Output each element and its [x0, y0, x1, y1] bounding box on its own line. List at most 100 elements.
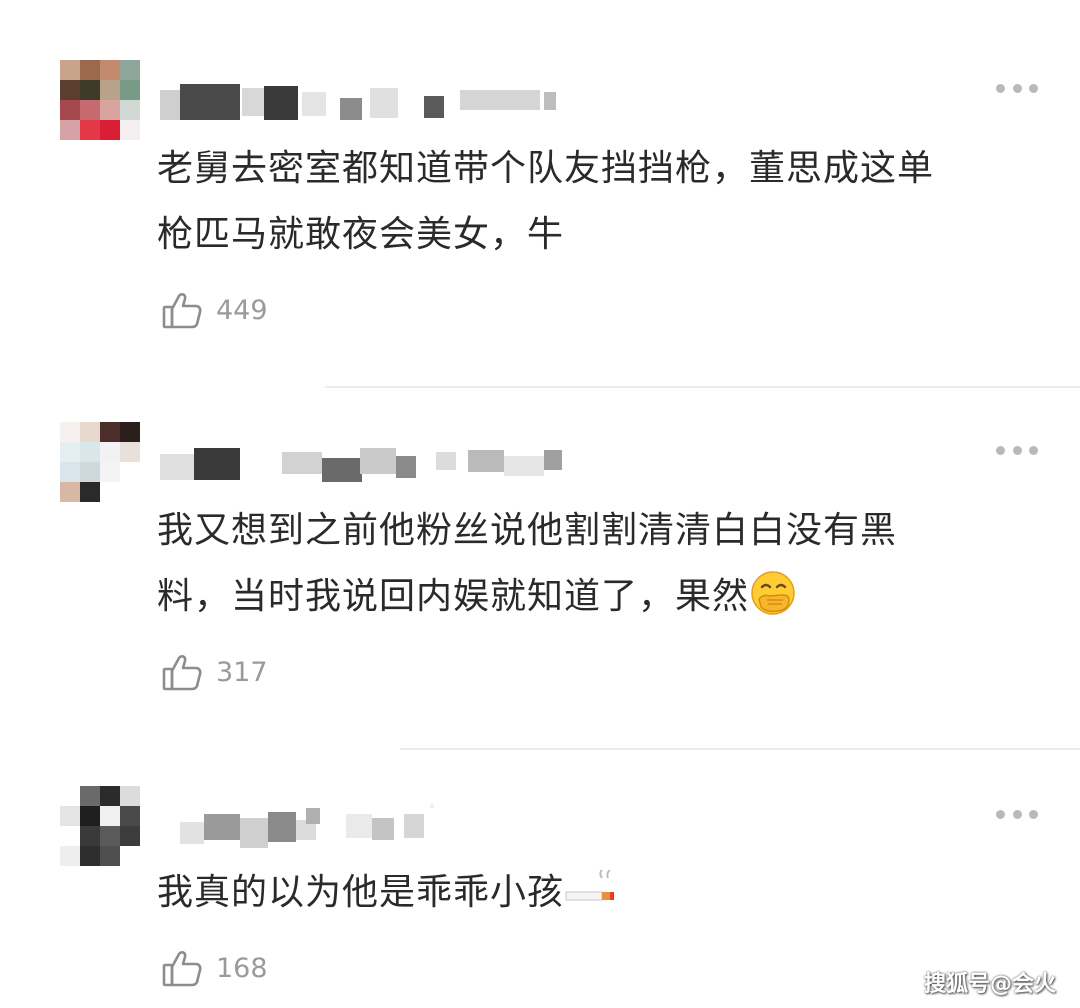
username-mosaic-block — [360, 448, 396, 474]
username-mosaic-block — [282, 452, 322, 474]
comment-text-line: 老舅去密室都知道带个队友挡挡枪，董思成这单 — [157, 148, 935, 189]
avatar-pixel — [80, 422, 100, 442]
avatar-pixel — [60, 120, 80, 140]
avatar-pixel — [120, 60, 140, 80]
comment-text-line: 料，当时我说回内娱就知道了，果然 — [157, 576, 750, 617]
avatar-pixel — [60, 806, 80, 826]
cigarette-emoji-icon — [565, 870, 615, 901]
avatar-pixel — [60, 422, 80, 442]
avatar-pixel — [60, 442, 80, 462]
more-options-icon[interactable] — [996, 808, 1038, 820]
avatar[interactable] — [60, 422, 140, 502]
avatar-pixel — [120, 786, 140, 806]
username-mosaic-block — [436, 452, 456, 470]
avatar-pixel — [80, 80, 100, 100]
username-blurred[interactable] — [160, 440, 580, 482]
username-mosaic-block — [460, 90, 540, 110]
username-mosaic-block — [424, 96, 444, 118]
avatar-pixel — [100, 846, 120, 866]
hand-over-mouth-emoji-icon — [751, 571, 795, 615]
avatar-pixel — [80, 846, 100, 866]
username-mosaic-block — [340, 98, 362, 120]
like-count: 449 — [216, 294, 268, 326]
avatar-pixel — [80, 442, 100, 462]
username-mosaic-block — [430, 804, 434, 808]
avatar-pixel — [100, 80, 120, 100]
avatar-pixel — [120, 100, 140, 120]
avatar-pixel — [60, 80, 80, 100]
username-mosaic-block — [302, 92, 326, 116]
avatar-pixel — [120, 80, 140, 100]
username-mosaic-block — [160, 90, 180, 120]
like-button[interactable]: 449 — [160, 288, 268, 332]
username-mosaic-block — [372, 818, 394, 840]
comment-text-line: 我又想到之前他粉丝说他割割清清白白没有黑 — [157, 510, 898, 551]
username-blurred[interactable] — [160, 804, 580, 848]
more-options-icon[interactable] — [996, 82, 1038, 94]
avatar-pixel — [80, 462, 100, 482]
thumbs-up-icon — [162, 655, 202, 691]
username-mosaic-block — [544, 92, 556, 110]
thumbs-up-icon — [162, 293, 202, 329]
username-mosaic-block — [396, 456, 416, 478]
avatar-pixel — [120, 442, 140, 462]
like-button[interactable]: 168 — [160, 946, 268, 990]
watermark-text: 搜狐号@会火 — [923, 972, 1056, 997]
avatar-pixel — [120, 846, 140, 866]
avatar-pixel — [100, 120, 120, 140]
username-mosaic-block — [204, 814, 240, 840]
more-options-icon[interactable] — [996, 444, 1038, 456]
avatar-pixel — [80, 60, 100, 80]
comment-text-line: 我真的以为他是乖乖小孩 — [157, 872, 565, 913]
avatar-pixel — [60, 786, 80, 806]
comment-text-line: 枪匹马就敢夜会美女，牛 — [157, 214, 565, 255]
avatar-pixel — [100, 826, 120, 846]
avatar-pixel — [120, 422, 140, 442]
username-mosaic-block — [404, 814, 424, 838]
username-blurred[interactable] — [160, 78, 580, 120]
avatar-pixel — [120, 482, 140, 502]
username-mosaic-block — [306, 808, 320, 824]
comment-text: 我真的以为他是乖乖小孩 — [157, 860, 616, 926]
avatar-pixel — [100, 60, 120, 80]
divider — [325, 386, 1080, 388]
username-mosaic-block — [180, 822, 204, 844]
avatar-pixel — [120, 462, 140, 482]
divider — [400, 748, 1080, 750]
avatar-pixel — [100, 806, 120, 826]
avatar-pixel — [120, 806, 140, 826]
username-mosaic-block — [242, 88, 264, 116]
avatar-pixel — [100, 462, 120, 482]
avatar-pixel — [100, 786, 120, 806]
avatar-pixel — [80, 482, 100, 502]
avatar-pixel — [60, 482, 80, 502]
avatar-pixel — [100, 422, 120, 442]
avatar-pixel — [80, 786, 100, 806]
username-mosaic-block — [468, 450, 504, 472]
avatar-pixel — [120, 826, 140, 846]
avatar[interactable] — [60, 786, 140, 866]
avatar-pixel — [100, 482, 120, 502]
avatar-pixel — [80, 100, 100, 120]
avatar-pixel — [80, 120, 100, 140]
avatar-pixel — [60, 826, 80, 846]
avatar-pixel — [60, 100, 80, 120]
like-count: 317 — [216, 656, 268, 688]
username-mosaic-block — [160, 454, 194, 480]
avatar-pixel — [100, 442, 120, 462]
username-mosaic-block — [544, 450, 562, 470]
avatar[interactable] — [60, 60, 140, 140]
thumbs-up-icon — [162, 951, 202, 987]
username-mosaic-block — [240, 818, 268, 848]
like-button[interactable]: 317 — [160, 650, 268, 694]
avatar-pixel — [60, 846, 80, 866]
username-mosaic-block — [268, 812, 296, 842]
username-mosaic-block — [264, 86, 298, 120]
avatar-pixel — [60, 60, 80, 80]
avatar-pixel — [80, 806, 100, 826]
comment-text: 我又想到之前他粉丝说他割割清清白白没有黑 料，当时我说回内娱就知道了，果然 — [157, 498, 897, 630]
avatar-pixel — [60, 462, 80, 482]
username-mosaic-block — [180, 84, 240, 120]
username-mosaic-block — [322, 458, 362, 482]
username-mosaic-block — [346, 814, 372, 838]
